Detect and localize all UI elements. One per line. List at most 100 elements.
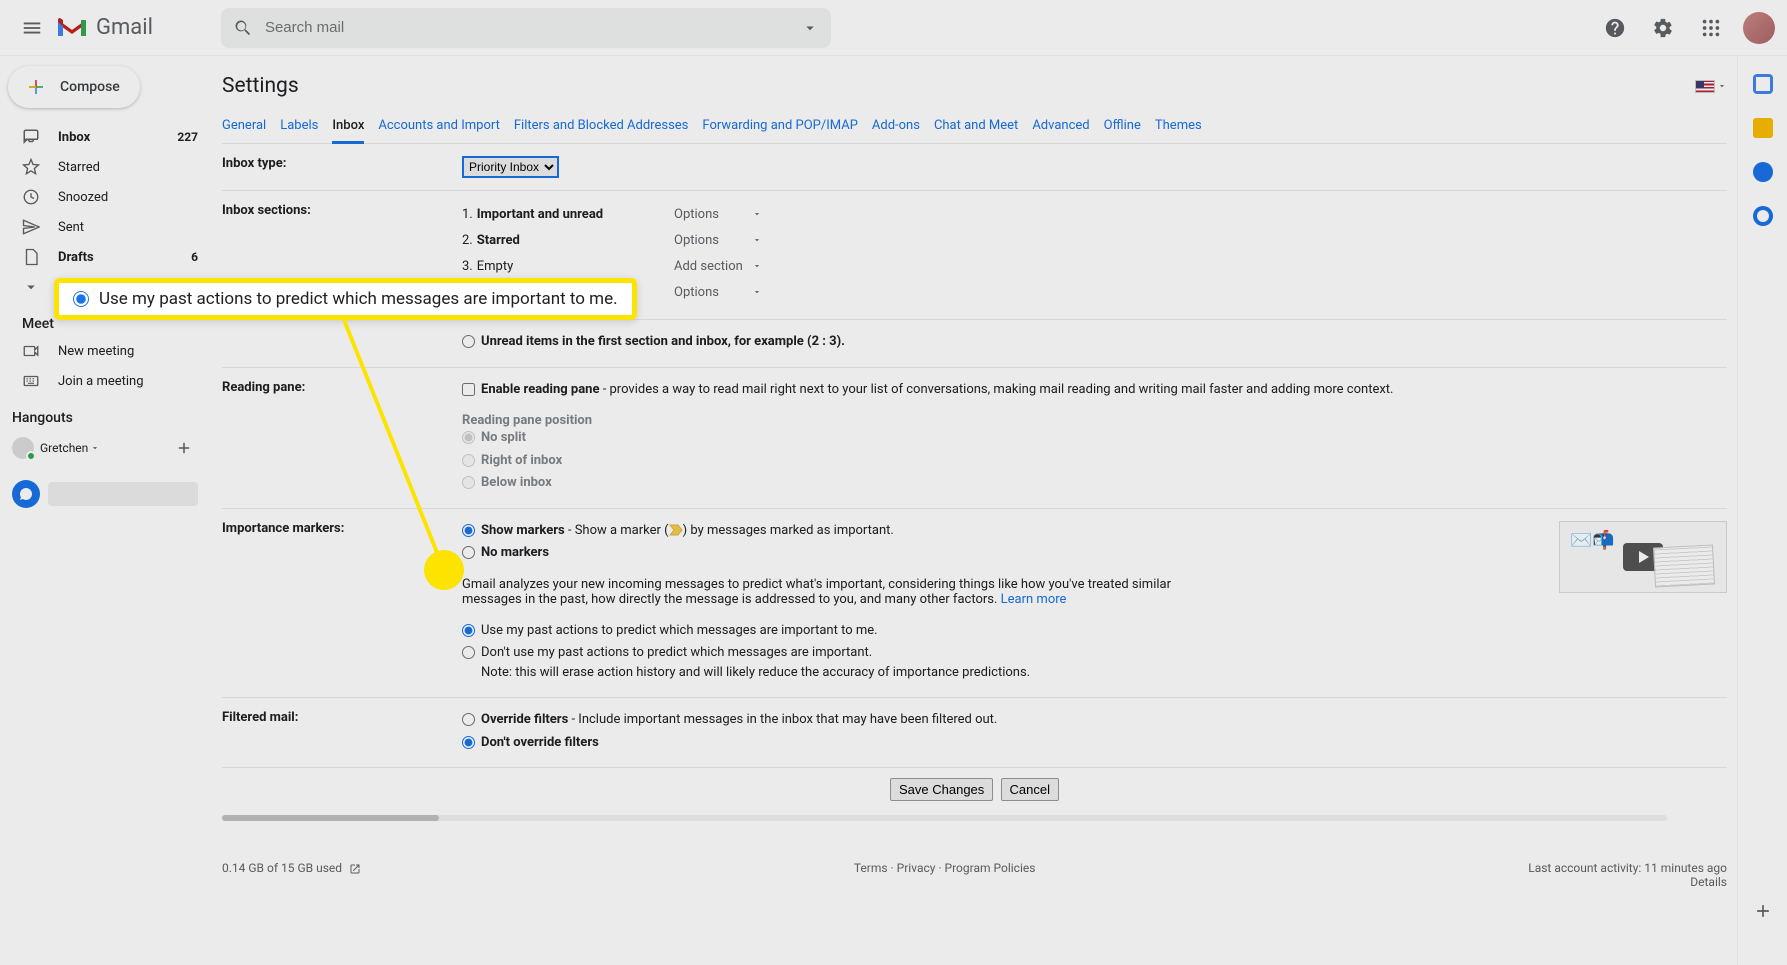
settings-tabs: General Labels Inbox Accounts and Import… xyxy=(222,110,1727,144)
importance-marker-icon xyxy=(669,524,683,536)
contacts-addon-button[interactable] xyxy=(1753,206,1773,226)
tab-inbox[interactable]: Inbox xyxy=(332,110,364,144)
nav-snoozed[interactable]: Snoozed xyxy=(0,182,210,212)
compose-button[interactable]: Compose xyxy=(8,66,140,108)
dont-use-note: Note: this will erase action history and… xyxy=(481,665,1030,680)
inbox-type-select[interactable]: Priority Inbox xyxy=(462,156,559,178)
use-past-actions-radio[interactable] xyxy=(462,624,475,637)
video-icon xyxy=(22,342,40,360)
newspaper-decorative-icon xyxy=(1653,544,1715,587)
unread-items-label: Unread items in the first section and in… xyxy=(481,334,845,349)
open-in-new-icon[interactable] xyxy=(349,863,361,875)
tab-accounts[interactable]: Accounts and Import xyxy=(378,110,499,143)
hangouts-header: Hangouts xyxy=(12,410,73,426)
inbox-section-row: 2.StarredOptions xyxy=(462,229,1727,251)
section-options-button[interactable]: Options xyxy=(666,229,770,251)
callout-highlight: Use my past actions to predict which mes… xyxy=(54,278,637,320)
tab-offline[interactable]: Offline xyxy=(1104,110,1141,143)
policies-link[interactable]: Program Policies xyxy=(945,861,1036,875)
main-menu-button[interactable] xyxy=(12,8,52,48)
no-split-radio xyxy=(462,431,475,444)
save-changes-button[interactable]: Save Changes xyxy=(890,778,993,801)
drafts-icon xyxy=(22,248,40,266)
account-avatar[interactable] xyxy=(1743,12,1775,44)
gmail-logo[interactable]: Gmail xyxy=(56,15,153,40)
chat-bubble-icon xyxy=(12,480,40,508)
flag-icon xyxy=(1695,80,1715,93)
dont-use-past-actions-label: Don't use my past actions to predict whi… xyxy=(481,645,872,660)
importance-video-thumb[interactable]: ✉️📬 xyxy=(1559,521,1727,593)
compose-label: Compose xyxy=(60,79,120,95)
keyboard-icon xyxy=(22,372,40,390)
section-options-button[interactable]: Add section xyxy=(666,255,770,277)
input-language-button[interactable] xyxy=(1695,80,1727,93)
sidebar: Compose Inbox 227 Starred Snoozed Sent xyxy=(0,56,210,965)
filtered-mail-label: Filtered mail: xyxy=(222,710,462,755)
enable-reading-pane-checkbox[interactable] xyxy=(462,383,475,396)
presence-dot xyxy=(26,451,36,461)
dont-use-past-actions-radio[interactable] xyxy=(462,646,475,659)
support-button[interactable] xyxy=(1595,8,1635,48)
new-meeting-button[interactable]: New meeting xyxy=(0,336,210,366)
nav-starred[interactable]: Starred xyxy=(0,152,210,182)
calendar-addon-button[interactable] xyxy=(1753,74,1773,94)
reading-pane-label: Reading pane: xyxy=(222,380,462,496)
nav-sent[interactable]: Sent xyxy=(0,212,210,242)
chevron-down-icon xyxy=(1717,81,1727,91)
search-icon xyxy=(233,18,253,38)
new-hangout-button[interactable] xyxy=(170,434,198,462)
terms-link[interactable]: Terms xyxy=(854,861,888,875)
inbox-type-label: Inbox type: xyxy=(222,156,462,178)
storage-used: 0.14 GB of 15 GB used xyxy=(222,861,342,875)
hangouts-chat-row[interactable] xyxy=(0,474,210,514)
tab-general[interactable]: General xyxy=(222,110,266,143)
learn-more-link[interactable]: Learn more xyxy=(1001,592,1067,607)
account-activity: Last account activity: 11 minutes ago xyxy=(1528,861,1727,875)
reading-pane-position-header: Reading pane position xyxy=(462,413,592,428)
join-meeting-button[interactable]: Join a meeting xyxy=(0,366,210,396)
show-markers-radio[interactable] xyxy=(462,524,475,537)
tab-forwarding[interactable]: Forwarding and POP/IMAP xyxy=(702,110,858,143)
callout-text: Use my past actions to predict which mes… xyxy=(99,289,618,309)
privacy-link[interactable]: Privacy xyxy=(897,861,936,875)
override-filters-radio[interactable] xyxy=(462,713,475,726)
section-options-button[interactable]: Options xyxy=(666,281,770,303)
dont-override-filters-radio[interactable] xyxy=(462,736,475,749)
tab-addons[interactable]: Add-ons xyxy=(872,110,920,143)
tab-chat[interactable]: Chat and Meet xyxy=(934,110,1018,143)
tab-labels[interactable]: Labels xyxy=(280,110,318,143)
tab-filters[interactable]: Filters and Blocked Addresses xyxy=(514,110,689,143)
nav-inbox[interactable]: Inbox 227 xyxy=(0,122,210,152)
apps-button[interactable] xyxy=(1691,8,1731,48)
inbox-section-row: 4.Everything elseOptions xyxy=(462,281,1727,303)
logo-text: Gmail xyxy=(96,15,153,40)
section-options-button[interactable]: Options xyxy=(666,203,770,225)
search-input[interactable] xyxy=(265,19,801,36)
compose-plus-icon xyxy=(22,73,50,101)
nav-drafts[interactable]: Drafts 6 xyxy=(0,242,210,272)
tab-themes[interactable]: Themes xyxy=(1155,110,1202,143)
search-options-icon[interactable] xyxy=(801,19,819,37)
callout-radio xyxy=(73,291,89,307)
page-title: Settings xyxy=(222,74,299,98)
inbox-icon xyxy=(22,128,40,146)
unread-items-radio[interactable] xyxy=(462,335,475,348)
hangouts-avatar xyxy=(12,437,34,459)
cancel-button[interactable]: Cancel xyxy=(1001,778,1059,801)
keep-addon-button[interactable] xyxy=(1753,118,1773,138)
inbox-section-row: 3.EmptyAdd section xyxy=(462,255,1727,277)
app-header: Gmail xyxy=(0,0,1787,56)
hangouts-self[interactable]: Gretchen xyxy=(0,430,210,466)
search-bar[interactable] xyxy=(221,8,831,48)
right-of-inbox-radio xyxy=(462,454,475,467)
use-past-actions-label: Use my past actions to predict which mes… xyxy=(481,621,878,641)
chevron-down-icon[interactable] xyxy=(90,443,100,453)
details-link[interactable]: Details xyxy=(1690,875,1727,889)
below-inbox-radio xyxy=(462,476,475,489)
settings-button[interactable] xyxy=(1643,8,1683,48)
tasks-addon-button[interactable] xyxy=(1753,162,1773,182)
chat-placeholder xyxy=(48,482,198,506)
tab-advanced[interactable]: Advanced xyxy=(1032,110,1089,143)
no-markers-radio[interactable] xyxy=(462,546,475,559)
get-addons-button[interactable] xyxy=(1753,901,1773,925)
